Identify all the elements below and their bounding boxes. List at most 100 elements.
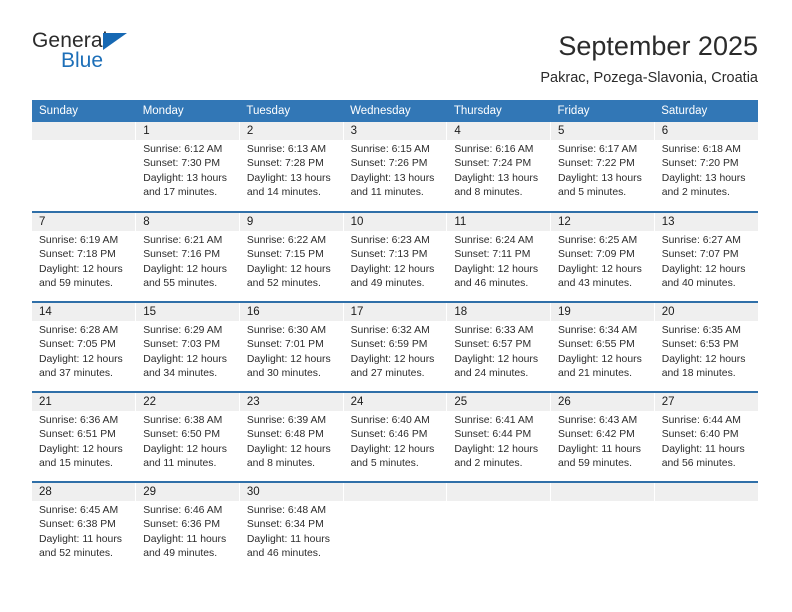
calendar-container: Sunday Monday Tuesday Wednesday Thursday… — [0, 100, 792, 572]
daylight-text-line2: and 43 minutes. — [558, 278, 632, 290]
calendar-cell[interactable]: 24 Sunrise: 6:40 AM Sunset: 6:46 PM Dayl… — [343, 391, 448, 482]
calendar-cell[interactable]: 7 Sunrise: 6:19 AM Sunset: 7:18 PM Dayli… — [32, 211, 137, 302]
daylight-text-line1: Daylight: 12 hours — [454, 443, 539, 455]
daylight-text-line2: and 40 minutes. — [661, 278, 736, 290]
calendar-page: General Blue September 2025 Pakrac, Poze… — [0, 0, 792, 612]
sunset-text: Sunset: 7:22 PM — [558, 158, 635, 170]
calendar-cell[interactable]: 30 Sunrise: 6:48 AM Sunset: 6:34 PM Dayl… — [239, 481, 344, 572]
day-details: Sunrise: 6:27 AM Sunset: 7:07 PM Dayligh… — [655, 231, 758, 292]
sunset-text: Sunset: 6:59 PM — [350, 339, 428, 351]
day-cell: 21 Sunrise: 6:36 AM Sunset: 6:51 PM Dayl… — [32, 393, 136, 481]
calendar-cell[interactable]: 10 Sunrise: 6:23 AM Sunset: 7:13 PM Dayl… — [343, 211, 448, 302]
calendar-cell[interactable]: 9 Sunrise: 6:22 AM Sunset: 7:15 PM Dayli… — [239, 211, 344, 302]
sunset-text: Sunset: 6:34 PM — [246, 519, 324, 531]
daylight-text-line1: Daylight: 11 hours — [246, 533, 330, 545]
daylight-text-line2: and 14 minutes. — [246, 187, 321, 199]
sunset-text: Sunset: 7:07 PM — [661, 249, 739, 261]
day-details: Sunrise: 6:16 AM Sunset: 7:24 PM Dayligh… — [447, 140, 550, 201]
calendar-cell[interactable]: 23 Sunrise: 6:39 AM Sunset: 6:48 PM Dayl… — [239, 391, 344, 482]
calendar-cell[interactable]: 6 Sunrise: 6:18 AM Sunset: 7:20 PM Dayli… — [654, 122, 758, 212]
calendar-cell[interactable]: 3 Sunrise: 6:15 AM Sunset: 7:26 PM Dayli… — [343, 122, 448, 212]
day-details: Sunrise: 6:44 AM Sunset: 6:40 PM Dayligh… — [655, 411, 758, 472]
calendar-cell[interactable]: 22 Sunrise: 6:38 AM Sunset: 6:50 PM Dayl… — [135, 391, 240, 482]
day-number: 4 — [447, 122, 551, 140]
sunset-text: Sunset: 6:50 PM — [143, 429, 221, 441]
day-details: Sunrise: 6:19 AM Sunset: 7:18 PM Dayligh… — [32, 231, 135, 292]
day-details: Sunrise: 6:32 AM Sunset: 6:59 PM Dayligh… — [344, 321, 447, 382]
day-number: 3 — [343, 122, 447, 140]
calendar-cell[interactable]: 4 Sunrise: 6:16 AM Sunset: 7:24 PM Dayli… — [446, 122, 552, 212]
sunset-text: Sunset: 7:18 PM — [39, 249, 116, 261]
calendar-cell[interactable]: 2 Sunrise: 6:13 AM Sunset: 7:28 PM Dayli… — [239, 122, 344, 212]
calendar-cell[interactable]: 29 Sunrise: 6:46 AM Sunset: 6:36 PM Dayl… — [135, 481, 240, 572]
calendar-cell[interactable]: 26 Sunrise: 6:43 AM Sunset: 6:42 PM Dayl… — [550, 391, 655, 482]
sunrise-text: Sunrise: 6:32 AM — [350, 325, 430, 336]
day-number: 26 — [551, 393, 654, 411]
daylight-text-line1: Daylight: 12 hours — [39, 443, 123, 455]
column-header-wednesday: Wednesday — [343, 100, 447, 122]
calendar-cell[interactable] — [654, 481, 758, 572]
day-cell: 16 Sunrise: 6:30 AM Sunset: 7:01 PM Dayl… — [239, 303, 343, 391]
daylight-text-line2: and 59 minutes. — [39, 278, 113, 290]
calendar-cell[interactable]: 16 Sunrise: 6:30 AM Sunset: 7:01 PM Dayl… — [239, 301, 344, 392]
sunset-text: Sunset: 7:01 PM — [246, 339, 324, 351]
day-number: 6 — [654, 122, 758, 140]
day-details: Sunrise: 6:13 AM Sunset: 7:28 PM Dayligh… — [240, 140, 343, 201]
calendar-cell[interactable]: 8 Sunrise: 6:21 AM Sunset: 7:16 PM Dayli… — [135, 211, 240, 302]
calendar-cell[interactable]: 21 Sunrise: 6:36 AM Sunset: 6:51 PM Dayl… — [32, 391, 137, 482]
daylight-text-line1: Daylight: 12 hours — [661, 263, 746, 275]
sunrise-text: Sunrise: 6:44 AM — [661, 415, 741, 426]
day-number: 17 — [343, 303, 447, 321]
column-header-sunday: Sunday — [32, 100, 136, 122]
calendar-cell[interactable]: 25 Sunrise: 6:41 AM Sunset: 6:44 PM Dayl… — [446, 391, 552, 482]
calendar-cell[interactable]: 13 Sunrise: 6:27 AM Sunset: 7:07 PM Dayl… — [654, 211, 758, 302]
calendar-cell[interactable]: 17 Sunrise: 6:32 AM Sunset: 6:59 PM Dayl… — [343, 301, 448, 392]
day-number: 11 — [447, 213, 551, 231]
sunrise-text: Sunrise: 6:35 AM — [661, 325, 741, 336]
logo[interactable]: General Blue — [32, 28, 182, 76]
calendar-cell[interactable]: 14 Sunrise: 6:28 AM Sunset: 7:05 PM Dayl… — [32, 301, 137, 392]
day-cell: 22 Sunrise: 6:38 AM Sunset: 6:50 PM Dayl… — [136, 393, 239, 481]
day-cell: 9 Sunrise: 6:22 AM Sunset: 7:15 PM Dayli… — [239, 213, 343, 301]
calendar-cell[interactable]: 5 Sunrise: 6:17 AM Sunset: 7:22 PM Dayli… — [550, 122, 655, 212]
column-header-tuesday: Tuesday — [239, 100, 344, 122]
sunrise-text: Sunrise: 6:16 AM — [454, 144, 534, 155]
sunrise-text: Sunrise: 6:39 AM — [246, 415, 327, 426]
day-details: Sunrise: 6:39 AM Sunset: 6:48 PM Dayligh… — [240, 411, 343, 472]
sunrise-text: Sunrise: 6:23 AM — [350, 235, 430, 246]
calendar-cell[interactable] — [550, 481, 655, 572]
day-number: 15 — [136, 303, 239, 321]
day-cell: 26 Sunrise: 6:43 AM Sunset: 6:42 PM Dayl… — [551, 393, 654, 481]
calendar-cell[interactable]: 12 Sunrise: 6:25 AM Sunset: 7:09 PM Dayl… — [550, 211, 655, 302]
daylight-text-line1: Daylight: 12 hours — [558, 263, 642, 275]
calendar-cell[interactable]: 27 Sunrise: 6:44 AM Sunset: 6:40 PM Dayl… — [654, 391, 758, 482]
calendar-cell[interactable]: 11 Sunrise: 6:24 AM Sunset: 7:11 PM Dayl… — [446, 211, 552, 302]
calendar-cell[interactable] — [32, 122, 137, 212]
sunset-text: Sunset: 6:44 PM — [454, 429, 532, 441]
sunset-text: Sunset: 6:36 PM — [143, 519, 221, 531]
day-cell: 6 Sunrise: 6:18 AM Sunset: 7:20 PM Dayli… — [654, 122, 758, 211]
day-number: 18 — [447, 303, 551, 321]
day-cell: 2 Sunrise: 6:13 AM Sunset: 7:28 PM Dayli… — [239, 122, 343, 211]
calendar-cell[interactable]: 28 Sunrise: 6:45 AM Sunset: 6:38 PM Dayl… — [32, 481, 137, 572]
sunset-text: Sunset: 7:15 PM — [246, 249, 324, 261]
day-cell: 3 Sunrise: 6:15 AM Sunset: 7:26 PM Dayli… — [343, 122, 447, 211]
day-details: Sunrise: 6:17 AM Sunset: 7:22 PM Dayligh… — [551, 140, 654, 201]
day-number: 21 — [32, 393, 136, 411]
sunrise-text: Sunrise: 6:34 AM — [558, 325, 638, 336]
sunset-text: Sunset: 7:03 PM — [143, 339, 221, 351]
calendar-cell[interactable] — [343, 481, 448, 572]
calendar-header-row: Sunday Monday Tuesday Wednesday Thursday… — [32, 100, 758, 122]
calendar-cell[interactable]: 20 Sunrise: 6:35 AM Sunset: 6:53 PM Dayl… — [654, 301, 758, 392]
day-details: Sunrise: 6:18 AM Sunset: 7:20 PM Dayligh… — [655, 140, 758, 201]
daylight-text-line1: Daylight: 12 hours — [246, 443, 331, 455]
calendar-cell[interactable]: 15 Sunrise: 6:29 AM Sunset: 7:03 PM Dayl… — [135, 301, 240, 392]
calendar-cell[interactable] — [446, 481, 552, 572]
daylight-text-line1: Daylight: 12 hours — [350, 353, 435, 365]
calendar-cell[interactable]: 19 Sunrise: 6:34 AM Sunset: 6:55 PM Dayl… — [550, 301, 655, 392]
calendar-cell[interactable]: 18 Sunrise: 6:33 AM Sunset: 6:57 PM Dayl… — [446, 301, 552, 392]
daylight-text-line1: Daylight: 13 hours — [661, 172, 746, 184]
day-cell: 18 Sunrise: 6:33 AM Sunset: 6:57 PM Dayl… — [447, 303, 551, 391]
calendar-cell[interactable]: 1 Sunrise: 6:12 AM Sunset: 7:30 PM Dayli… — [135, 122, 240, 212]
daylight-text-line1: Daylight: 11 hours — [39, 533, 122, 545]
